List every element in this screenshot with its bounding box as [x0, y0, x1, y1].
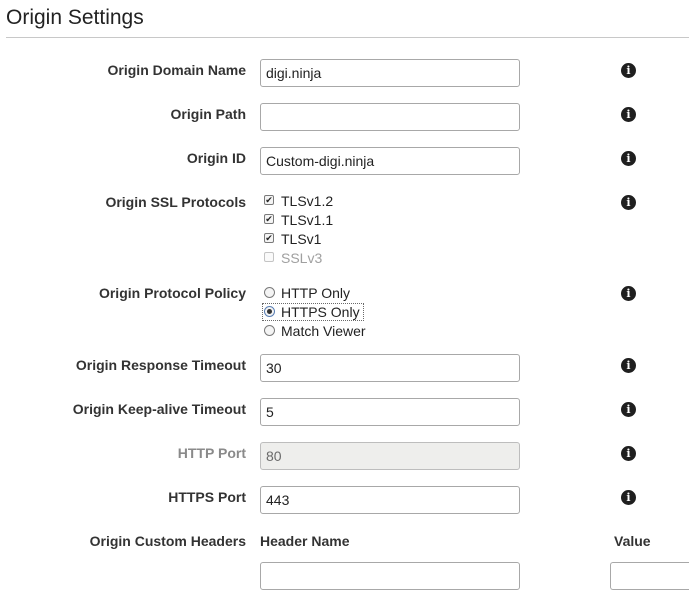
info-icon[interactable]: i [621, 286, 636, 301]
ssl-option-label: TLSv1.2 [281, 193, 334, 209]
header-name-input[interactable] [260, 562, 520, 590]
page-title: Origin Settings [6, 6, 144, 29]
info-icon[interactable]: i [621, 151, 636, 166]
info-icon[interactable]: i [621, 107, 636, 122]
info-icon[interactable]: i [621, 63, 636, 78]
origin-path-input[interactable] [260, 103, 520, 131]
info-icon[interactable]: i [621, 358, 636, 373]
header-name-column-heading: Header Name [260, 533, 350, 549]
header-value-input[interactable] [610, 562, 689, 590]
origin-keepalive-timeout-label: Origin Keep-alive Timeout [72, 401, 246, 417]
origin-keepalive-timeout-input[interactable] [260, 398, 520, 426]
radio-selected-icon[interactable] [264, 306, 275, 317]
policy-option-label: HTTPS Only [281, 304, 360, 320]
origin-id-label: Origin ID [186, 150, 246, 166]
origin-path-label: Origin Path [170, 106, 246, 122]
title-divider [6, 37, 689, 38]
checkbox-checked-icon[interactable]: ✔ [264, 195, 274, 205]
info-icon[interactable]: i [621, 402, 636, 417]
info-icon[interactable]: i [621, 490, 636, 505]
origin-protocol-policy-label: Origin Protocol Policy [98, 285, 246, 301]
checkbox-checked-icon[interactable]: ✔ [264, 233, 274, 243]
https-port-label: HTTPS Port [168, 489, 246, 505]
origin-domain-name-input[interactable] [260, 59, 520, 87]
radio-unselected-icon[interactable] [264, 325, 275, 336]
policy-option-label: HTTP Only [281, 285, 350, 301]
origin-custom-headers-label: Origin Custom Headers [89, 533, 246, 549]
value-column-heading: Value [614, 533, 651, 549]
origin-ssl-protocols-label: Origin SSL Protocols [105, 194, 246, 210]
checkbox-disabled-icon [264, 252, 274, 262]
ssl-option-label: TLSv1.1 [281, 212, 334, 228]
ssl-option-label: TLSv1 [281, 231, 322, 247]
radio-unselected-icon[interactable] [264, 287, 275, 298]
policy-option-label: Match Viewer [281, 323, 366, 339]
origin-domain-name-label: Origin Domain Name [107, 62, 246, 78]
http-port-label: HTTP Port [177, 445, 246, 461]
https-port-input[interactable] [260, 486, 520, 514]
info-icon[interactable]: i [621, 446, 636, 461]
http-port-input [260, 442, 520, 470]
origin-response-timeout-input[interactable] [260, 354, 520, 382]
checkbox-checked-icon[interactable]: ✔ [264, 214, 274, 224]
info-icon[interactable]: i [621, 195, 636, 210]
origin-id-input[interactable] [260, 147, 520, 175]
origin-response-timeout-label: Origin Response Timeout [75, 357, 246, 373]
ssl-option-label: SSLv3 [281, 250, 323, 266]
